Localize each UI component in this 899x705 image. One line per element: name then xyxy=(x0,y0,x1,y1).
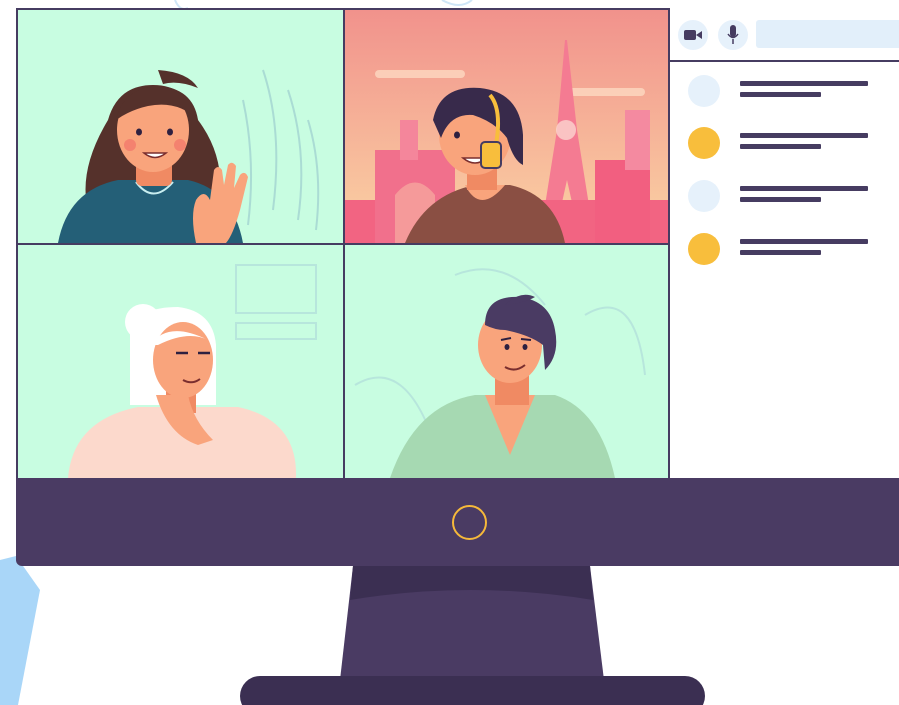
monitor-stand xyxy=(240,566,705,705)
desktop-monitor-scene xyxy=(0,0,899,705)
